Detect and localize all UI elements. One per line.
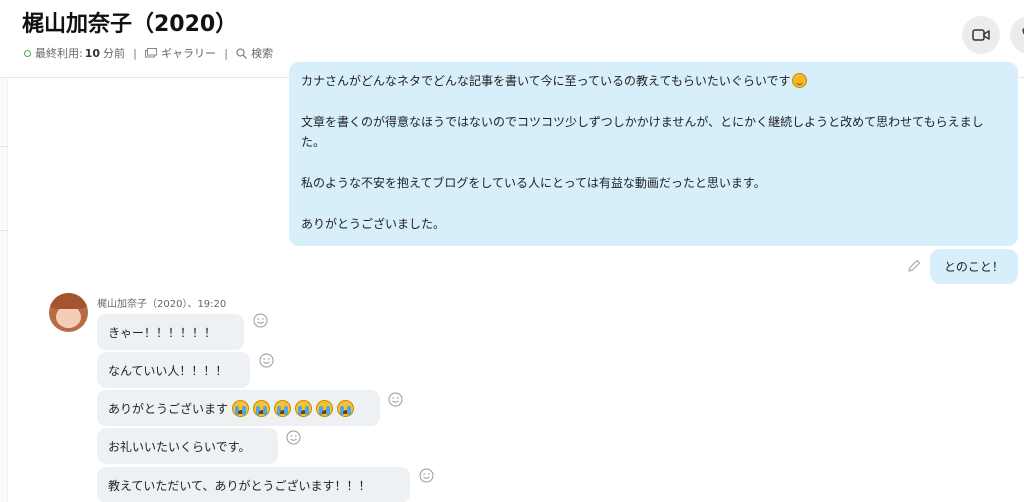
- outgoing-message-bubble[interactable]: とのこと！: [930, 249, 1018, 284]
- smiley-icon[interactable]: [253, 313, 268, 328]
- message-paragraph: カナさんがどんなネタでどんな記事を書いて今に至っているの教えてもらいたいぐらいで…: [301, 71, 1004, 91]
- search-label: 検索: [251, 47, 274, 60]
- message-text: きゃー！！！！！！: [108, 325, 217, 340]
- video-camera-icon: [972, 26, 990, 45]
- message-text: ありがとうございます: [108, 401, 229, 416]
- message-paragraph: 文章を書くのが得意なほうではないのでコツコツ少しずつしかかけませんが、とにかく継…: [301, 115, 984, 149]
- message-paragraph: ありがとうございました。: [301, 217, 446, 231]
- search-icon: [236, 47, 248, 59]
- message-paragraph: 私のような不安を抱えてブログをしている人にとっては有益な動画だったと思います。: [301, 176, 766, 190]
- smile-emoji-icon: [792, 73, 808, 88]
- smiley-icon[interactable]: [388, 392, 403, 407]
- smiley-icon[interactable]: [286, 430, 301, 445]
- smiley-icon[interactable]: [419, 468, 434, 483]
- incoming-message-bubble[interactable]: 教えていただいて、ありがとうございます！！！: [97, 467, 410, 502]
- chat-window: 梶山加奈子（2020） 最終利用: 10 分前 | ギャラリー | 検索 カナさ…: [0, 0, 1024, 502]
- gallery-label: ギャラリー: [161, 47, 217, 60]
- incoming-message-bubble[interactable]: ありがとうございます: [97, 390, 380, 426]
- video-call-button[interactable]: [962, 16, 1000, 54]
- last-used-label: 最終利用:: [35, 47, 83, 60]
- crying-emoji-icon: [274, 399, 292, 417]
- search-link[interactable]: 検索: [236, 45, 273, 61]
- last-used-unit: 分前: [103, 47, 126, 60]
- crying-emoji-icon: [316, 399, 334, 417]
- conversation-title[interactable]: 梶山加奈子（2020）: [22, 6, 237, 38]
- crying-emoji-icon: [253, 399, 271, 417]
- sender-info: 梶山加奈子（2020）、19:20: [97, 299, 227, 310]
- pencil-icon[interactable]: [906, 258, 922, 274]
- online-status-icon: [24, 49, 31, 57]
- avatar[interactable]: [49, 293, 88, 332]
- crying-emoji-icon: [295, 399, 313, 417]
- message-text: お礼いいたいくらいです。: [108, 439, 251, 454]
- crying-emoji-icon: [232, 399, 250, 417]
- meta-separator: |: [133, 46, 138, 60]
- outgoing-message-bubble[interactable]: カナさんがどんなネタでどんな記事を書いて今に至っているの教えてもらいたいぐらいで…: [289, 62, 1018, 246]
- meta-separator: |: [224, 46, 229, 60]
- incoming-message-bubble[interactable]: きゃー！！！！！！: [97, 314, 244, 350]
- crying-emoji-icon: [337, 399, 355, 417]
- gallery-link[interactable]: ギャラリー: [145, 45, 216, 61]
- message-text: とのこと！: [944, 260, 1004, 274]
- gallery-icon: [145, 48, 158, 58]
- message-text: 教えていただいて、ありがとうございます！！！: [108, 478, 371, 493]
- smiley-icon[interactable]: [259, 353, 274, 368]
- incoming-message-bubble[interactable]: お礼いいたいくらいです。: [97, 428, 278, 464]
- voice-call-button[interactable]: [1010, 16, 1024, 54]
- message-text: なんていい人！！！！: [108, 363, 228, 378]
- incoming-message-bubble[interactable]: なんていい人！！！！: [97, 352, 250, 388]
- conversation-meta: 最終利用: 10 分前 | ギャラリー | 検索: [24, 45, 273, 61]
- last-used-value: 10: [84, 46, 101, 60]
